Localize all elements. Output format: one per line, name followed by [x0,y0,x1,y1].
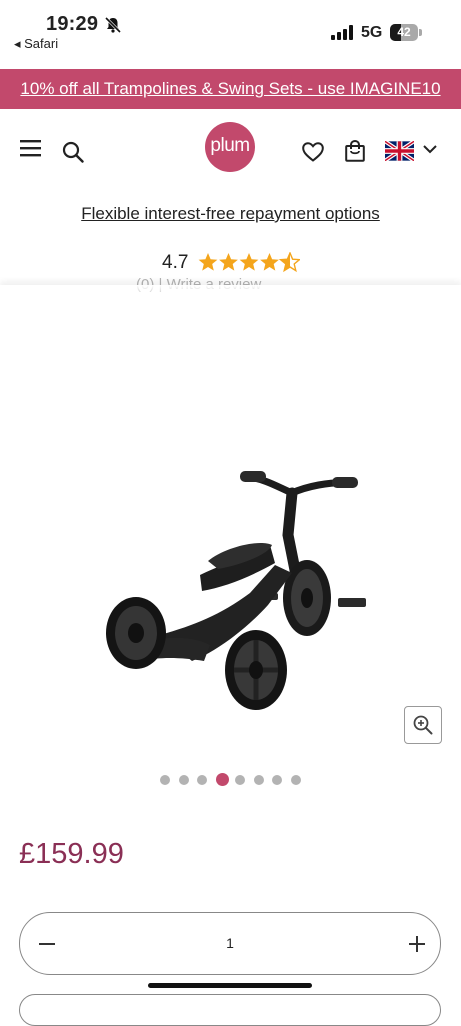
uk-flag-icon[interactable] [385,141,414,161]
gallery-dot[interactable] [234,775,245,785]
network-type: 5G [361,24,383,41]
increase-quantity-button[interactable] [406,933,428,955]
gallery-dot[interactable] [253,775,264,785]
status-time: 19:29 [46,13,99,35]
sticky-header-shadow [0,285,461,299]
battery-icon: 42 [390,24,422,41]
bell-slash-icon [104,16,122,34]
menu-icon[interactable] [20,139,41,157]
plum-logo[interactable]: plum [205,122,255,172]
gallery-dot[interactable] [290,775,301,785]
gallery-dot[interactable] [272,775,283,785]
gallery-dot[interactable] [178,775,189,785]
star-rating-icon [198,252,300,273]
gallery-dot[interactable] [160,775,170,785]
gallery-dot[interactable] [197,775,208,785]
promo-banner[interactable]: 10% off all Trampolines & Swing Sets - u… [0,69,461,109]
heart-icon[interactable] [302,142,324,162]
quantity-value[interactable]: 1 [20,935,440,951]
gallery-dot[interactable] [216,773,230,786]
zoom-in-icon [413,715,433,735]
battery-level: 42 [397,25,411,39]
back-to-safari-link[interactable]: ◂ Safari [14,36,58,52]
quantity-stepper: 1 [19,912,441,975]
home-indicator [148,983,312,988]
shopping-bag-icon[interactable] [345,140,365,162]
status-bar: 19:29 ◂ Safari 5G 42 [0,0,461,68]
site-header: plum [0,109,461,193]
cellular-signal-icon [331,25,353,40]
search-icon[interactable] [62,141,84,163]
chevron-down-icon[interactable] [423,145,437,154]
product-price: £159.99 [19,838,124,870]
product-image-trike[interactable] [100,465,370,715]
repayment-options-link[interactable]: Flexible interest-free repayment options [0,204,461,224]
zoom-button[interactable] [404,706,442,744]
rating-value: 4.7 [162,252,189,273]
